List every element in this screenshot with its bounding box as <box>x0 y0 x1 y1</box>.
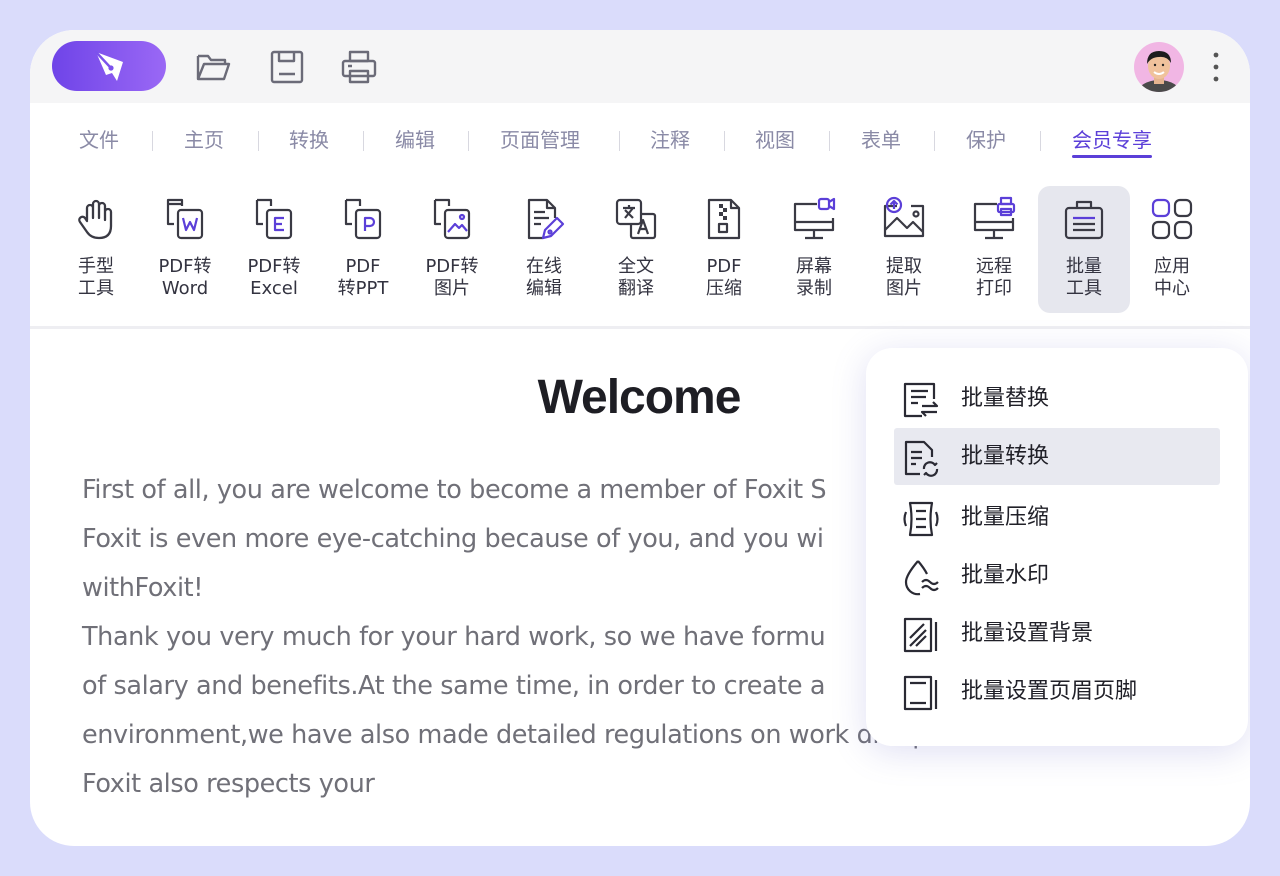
tab-edit[interactable]: 编辑 <box>395 121 435 161</box>
tab-separator <box>724 131 725 151</box>
batch-convert-icon <box>904 440 939 477</box>
tab-separator <box>619 131 620 151</box>
ribbon-pdf-to-ppt[interactable]: PDF 转PPT <box>317 186 409 313</box>
ribbon-translate[interactable]: 全文 翻译 <box>590 186 682 313</box>
pdf-to-excel-icon <box>255 198 293 240</box>
tab-comment[interactable]: 注释 <box>650 121 690 161</box>
menu-item-batch-background[interactable]: 批量设置背景 <box>894 605 1220 662</box>
menu-item-batch-compress[interactable]: 批量压缩 <box>894 489 1220 546</box>
batch-background-icon <box>903 617 938 653</box>
ribbon-divider <box>30 326 1250 329</box>
menu-item-label: 批量设置背景 <box>961 621 1094 646</box>
menu-tabs: 文件 主页 转换 编辑 页面管理 注释 视图 表单 保护 会员专享 <box>30 121 1250 161</box>
app-logo-button[interactable] <box>52 41 166 91</box>
menu-item-batch-replace[interactable]: 批量替换 <box>894 370 1220 427</box>
ribbon-label: PDF转 图片 <box>425 256 479 299</box>
tab-separator <box>152 131 153 151</box>
ribbon-label: 远程 打印 <box>976 256 1012 299</box>
tab-view[interactable]: 视图 <box>755 121 795 161</box>
online-edit-icon <box>527 198 565 240</box>
ribbon-pdf-compress[interactable]: PDF 压缩 <box>678 186 770 313</box>
tab-separator <box>468 131 469 151</box>
batch-header-footer-icon <box>903 675 938 711</box>
tab-protect[interactable]: 保护 <box>966 121 1006 161</box>
ribbon-label: 提取 图片 <box>886 256 922 299</box>
translate-icon <box>615 198 657 240</box>
ribbon-hand-tool[interactable]: 手型 工具 <box>50 186 142 313</box>
ribbon-label: 手型 工具 <box>78 256 114 299</box>
ribbon-label: PDF 压缩 <box>706 256 742 299</box>
ribbon-label: 批量 工具 <box>1066 256 1102 299</box>
user-avatar[interactable] <box>1134 42 1184 92</box>
menu-item-batch-watermark[interactable]: 批量水印 <box>894 547 1220 604</box>
ribbon-label: PDF 转PPT <box>337 256 389 299</box>
ribbon-label: 全文 翻译 <box>618 256 654 299</box>
ribbon-label: PDF转 Word <box>158 256 212 299</box>
ribbon-online-edit[interactable]: 在线 编辑 <box>498 186 590 313</box>
ribbon-batch-tools[interactable]: 批量 工具 <box>1038 186 1130 313</box>
tab-separator <box>363 131 364 151</box>
document-line: Foxit also respects your <box>82 769 375 799</box>
remote-print-icon <box>973 196 1016 240</box>
ribbon-app-center[interactable]: 应用 中心 <box>1126 186 1218 313</box>
menu-item-label: 批量替换 <box>961 386 1050 411</box>
title-bar <box>30 30 1250 103</box>
tab-separator <box>829 131 830 151</box>
tab-separator <box>1040 131 1041 151</box>
tab-form[interactable]: 表单 <box>861 121 901 161</box>
batch-watermark-icon <box>904 560 939 596</box>
tab-home[interactable]: 主页 <box>184 121 224 161</box>
hand-tool-icon <box>78 199 113 240</box>
pdf-to-image-icon <box>433 198 471 240</box>
app-window: 文件 主页 转换 编辑 页面管理 注释 视图 表单 保护 会员专享 手型 工具 <box>30 30 1250 846</box>
ribbon-label: 屏幕 录制 <box>796 256 832 299</box>
ribbon-remote-print[interactable]: 远程 打印 <box>948 186 1040 313</box>
pdf-to-ppt-icon <box>344 198 382 240</box>
menu-item-batch-convert[interactable]: 批量转换 <box>894 428 1220 485</box>
batch-replace-icon <box>903 382 939 418</box>
extract-image-icon <box>883 196 925 238</box>
app-center-icon <box>1151 198 1193 240</box>
foxit-pen-logo-icon <box>94 50 123 81</box>
ribbon-label: 应用 中心 <box>1154 256 1190 299</box>
tab-page-management[interactable]: 页面管理 <box>500 121 580 161</box>
pdf-to-word-icon <box>166 198 204 240</box>
tab-convert[interactable]: 转换 <box>289 121 329 161</box>
more-vertical-icon[interactable] <box>1206 50 1226 84</box>
pdf-compress-icon <box>707 198 741 240</box>
tab-member-exclusive[interactable]: 会员专享 <box>1072 121 1152 161</box>
open-folder-icon[interactable] <box>194 48 232 86</box>
batch-compress-icon <box>903 501 939 537</box>
menu-item-label: 批量水印 <box>961 563 1050 588</box>
ribbon-extract-image[interactable]: 提取 图片 <box>858 186 950 313</box>
ribbon-screen-record[interactable]: 屏幕 录制 <box>768 186 860 313</box>
ribbon-toolbar: 手型 工具 PDF转 Word PDF转 Excel PDF 转PPT PDF转… <box>30 186 1250 326</box>
tab-file[interactable]: 文件 <box>79 121 119 161</box>
menu-item-label: 批量压缩 <box>961 505 1050 530</box>
save-icon[interactable] <box>268 48 306 86</box>
print-icon[interactable] <box>340 48 378 86</box>
menu-item-label: 批量转换 <box>961 444 1050 469</box>
menu-item-label: 批量设置页眉页脚 <box>961 679 1138 704</box>
ribbon-pdf-to-image[interactable]: PDF转 图片 <box>406 186 498 313</box>
ribbon-label: PDF转 Excel <box>247 256 301 299</box>
batch-tools-icon <box>1064 200 1104 240</box>
ribbon-pdf-to-excel[interactable]: PDF转 Excel <box>228 186 320 313</box>
ribbon-label: 在线 编辑 <box>526 256 562 299</box>
menu-item-batch-header-footer[interactable]: 批量设置页眉页脚 <box>894 663 1220 720</box>
ribbon-pdf-to-word[interactable]: PDF转 Word <box>139 186 231 313</box>
batch-tools-dropdown: 批量替换 批量转换 批量压缩 批量水印 批量设置背景 批量设置页眉页脚 <box>866 348 1248 746</box>
screen-record-icon <box>793 197 836 240</box>
tab-separator <box>934 131 935 151</box>
tab-separator <box>258 131 259 151</box>
